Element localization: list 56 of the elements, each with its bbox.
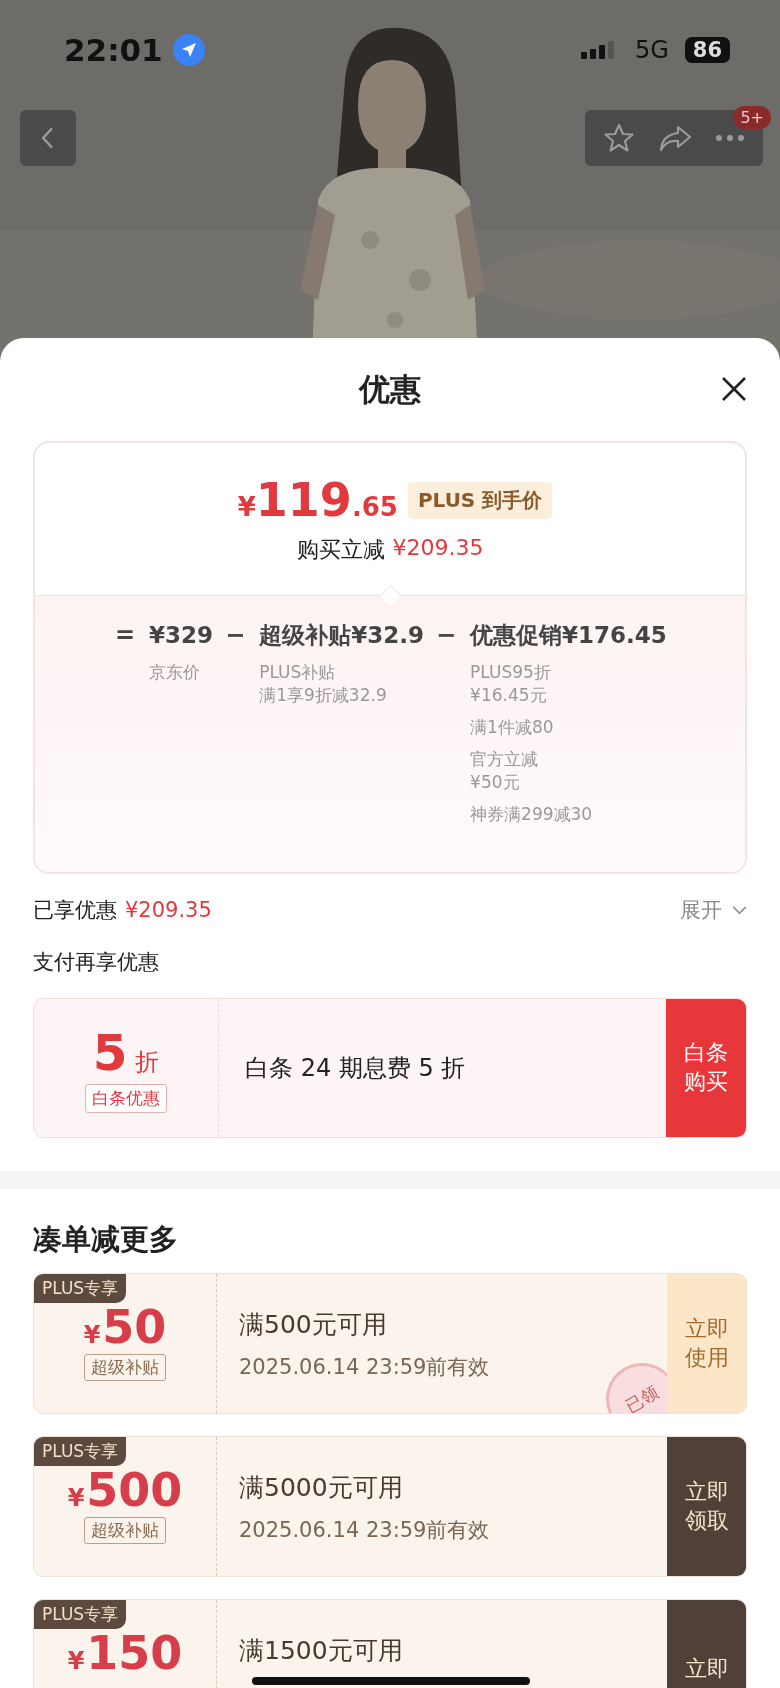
enjoyed-label: 已享优惠: [33, 897, 117, 924]
saving-label: 购买立减: [296, 536, 385, 564]
offer-description: 白条 24 期息费 5 折: [244, 1053, 467, 1084]
price-tag: PLUS 到手价: [407, 481, 553, 519]
operator-sign: −: [225, 620, 246, 651]
coupon-button[interactable]: 立即: [667, 1600, 746, 1688]
chevron-down-icon[interactable]: [732, 905, 747, 915]
plus-badge: PLUS专享: [34, 1600, 127, 1629]
buy-button[interactable]: 白条购买: [666, 999, 746, 1137]
breakdown-note: 官方立减: [470, 747, 539, 771]
plus-badge: PLUS专享: [34, 1437, 127, 1466]
breakdown-amount: ¥329: [149, 621, 214, 650]
breakdown-note: PLUS95折: [470, 661, 551, 684]
coupon-condition: 满5000元可用: [239, 1472, 404, 1504]
breakdown-note: 神券满299减30: [470, 802, 593, 826]
battery-indicator: 86: [684, 37, 730, 63]
coupon-amount: ¥500: [67, 1467, 183, 1513]
breakdown-note: PLUS补贴: [259, 661, 336, 684]
sheet-title: 优惠: [359, 369, 421, 409]
breakdown-note: 满1件减80: [470, 715, 554, 739]
chevron-left-icon[interactable]: [40, 125, 56, 151]
coupon-tag: 超级补贴: [84, 1354, 166, 1381]
clock-time: 22:01: [64, 32, 163, 68]
coupon-button[interactable]: 立即使用: [667, 1274, 746, 1413]
notification-badge: 5+: [733, 106, 771, 129]
breakdown-note: ¥16.45元: [470, 683, 547, 707]
offer-tag: 白条优惠: [85, 1083, 167, 1113]
section-title: 凑单减更多: [32, 1221, 179, 1258]
coupon-amount: ¥150: [67, 1630, 183, 1676]
breakdown-note: 京东价: [149, 661, 201, 684]
coupon-tag: 超级补贴: [84, 1517, 166, 1544]
coupon-validity: 2025.06.14 23:59前有效: [239, 1517, 491, 1544]
section-title: 支付再享优惠: [32, 949, 160, 976]
coupon-button[interactable]: 立即领取: [667, 1437, 746, 1576]
coupon-amount: ¥50: [83, 1304, 167, 1350]
breakdown-note: ¥50元: [470, 770, 520, 794]
operator-sign: −: [436, 620, 457, 651]
discount-value: 5 折: [92, 1023, 160, 1082]
coupon-condition: 满500元可用: [239, 1309, 388, 1341]
breakdown-amount: 优惠促销¥176.45: [470, 621, 667, 650]
enjoyed-amount: ¥209.35: [125, 898, 212, 922]
breakdown-amount: 超级补贴¥32.9: [259, 621, 424, 650]
back-button[interactable]: [20, 110, 76, 166]
network-label: 5G: [634, 36, 669, 64]
coupon-condition: 满1500元可用: [239, 1635, 404, 1667]
saving-amount: ¥209.35: [392, 535, 484, 562]
plus-badge: PLUS专享: [34, 1274, 127, 1303]
more-icon[interactable]: [715, 134, 746, 142]
share-icon[interactable]: [658, 123, 692, 153]
coupon-validity: 2025.06.14 23:59前有效: [239, 1354, 491, 1381]
operator-sign: =: [115, 620, 136, 651]
close-icon[interactable]: [721, 376, 747, 402]
expand-button[interactable]: 展开: [680, 896, 747, 924]
breakdown-note: 满1享9折减32.9: [259, 683, 387, 707]
star-icon[interactable]: [602, 122, 635, 154]
final-price: ¥119.65: [237, 473, 398, 527]
